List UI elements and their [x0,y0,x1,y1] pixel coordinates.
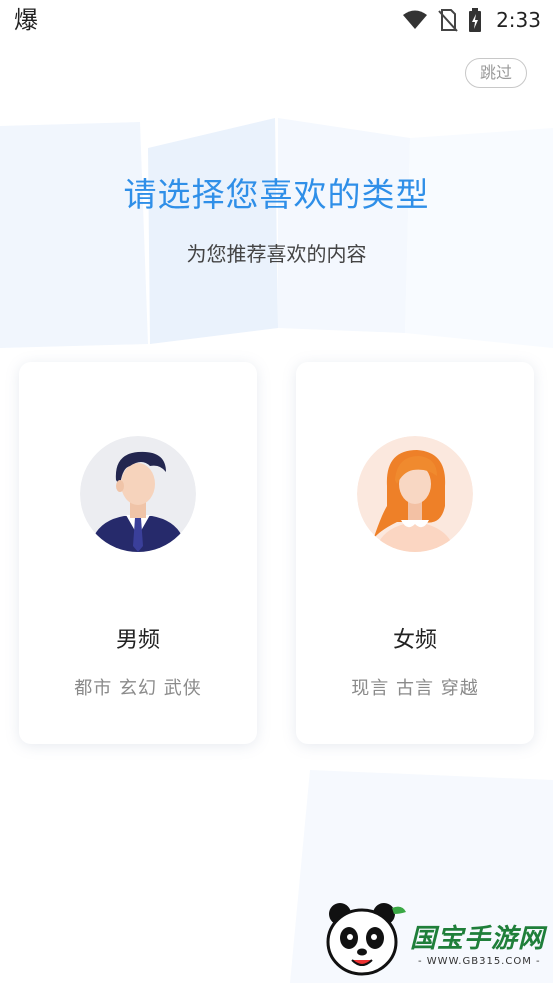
wifi-icon [403,10,428,29]
watermark-brand: 国宝手游网 [410,924,546,954]
site-watermark: 国宝手游网 - WWW.GB315.COM - [322,900,547,980]
page-subtitle: 为您推荐喜欢的内容 [186,242,367,266]
status-time: 2:33 [496,8,541,32]
male-category-tags: 都市 玄幻 武侠 [74,678,202,699]
app-notification-icon: 爆 [14,6,38,34]
male-category-label: 男频 [115,628,160,653]
male-avatar-icon [80,436,196,552]
status-bar: 爆 2:33 [0,0,553,40]
female-category-label: 女频 [392,628,437,653]
female-avatar-icon [357,436,473,552]
battery-charging-icon [469,8,482,32]
female-category-tags: 现言 古言 穿越 [351,678,479,699]
no-sim-icon [438,9,458,32]
book-background-decoration [0,118,553,348]
status-icons: 2:33 [402,5,541,35]
female-category-card[interactable]: 女频 现言 古言 穿越 [296,362,534,744]
male-category-card[interactable]: 男频 都市 玄幻 武侠 [19,362,257,744]
watermark-url: - WWW.GB315.COM - [418,956,541,967]
page-title: 请选择您喜欢的类型 [123,175,430,214]
panda-logo-icon [326,903,406,976]
skip-button[interactable]: 跳过 [465,58,527,88]
